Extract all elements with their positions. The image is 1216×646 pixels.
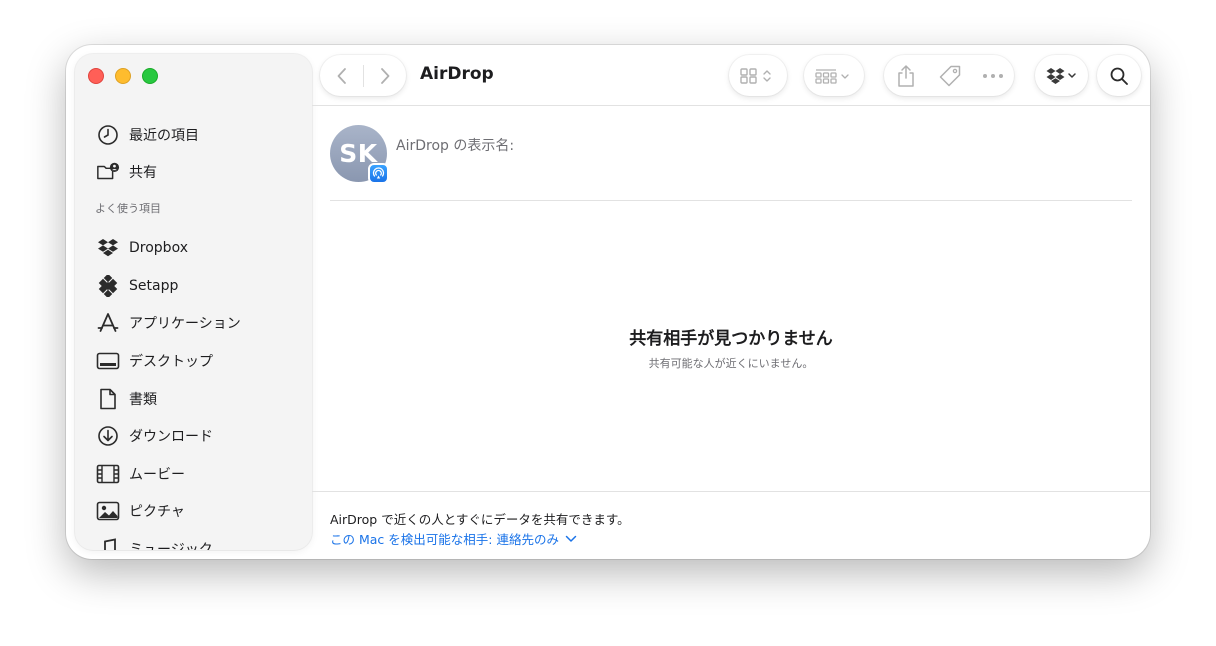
dropbox-menu-button[interactable]: [1035, 55, 1088, 96]
search-icon: [1110, 67, 1128, 85]
sidebar-item-label: アプリケーション: [129, 316, 241, 332]
shared-folder-icon: [96, 160, 120, 184]
sidebar-item-label: ミュージック: [129, 542, 213, 550]
discoverable-setting-link[interactable]: この Mac を検出可能な相手: 連絡先のみ: [330, 529, 577, 548]
desktop-icon: [96, 349, 120, 373]
empty-state-subtitle: 共有可能な人が近くにいません。: [648, 357, 814, 370]
dropbox-icon: [1046, 67, 1076, 84]
film-icon: [96, 462, 120, 486]
sidebar-item-applications[interactable]: アプリケーション: [96, 309, 241, 337]
music-icon: [96, 537, 120, 550]
sidebar-item-label: ムービー: [129, 467, 185, 483]
airdrop-content: SK AirDrop の表示名: 共有相手が見つかりません 共有可能な人が近くに…: [312, 106, 1150, 559]
minimize-button[interactable]: [115, 68, 131, 84]
ellipsis-icon: [983, 73, 1003, 78]
tag-icon: [939, 65, 961, 86]
sidebar-item-music[interactable]: ミュージック: [96, 535, 213, 550]
airdrop-badge-icon: [368, 163, 389, 184]
sidebar-section-favorites: よく使う項目: [95, 202, 161, 215]
sidebar-item-label: ピクチャ: [129, 504, 185, 520]
sidebar-item-documents[interactable]: 書類: [96, 385, 157, 413]
sidebar-item-dropbox[interactable]: Dropbox: [96, 234, 188, 262]
actions-group: [884, 55, 1014, 96]
footer-divider: [312, 491, 1150, 492]
more-button[interactable]: [972, 55, 1014, 96]
sidebar-item-shared[interactable]: 共有: [96, 158, 157, 186]
navigation-group: [320, 55, 406, 96]
sidebar-item-label: 共有: [129, 165, 157, 181]
share-button[interactable]: [884, 55, 928, 96]
discoverable-label: この Mac を検出可能な相手: 連絡先のみ: [330, 532, 559, 547]
toolbar: AirDrop: [312, 45, 1150, 105]
view-mode-button[interactable]: [729, 55, 787, 96]
empty-state-title: 共有相手が見つかりません: [629, 329, 833, 349]
download-icon: [96, 424, 120, 448]
airdrop-description: AirDrop で近くの人とすぐにデータを共有できます。: [330, 512, 630, 527]
sidebar-item-label: デスクトップ: [129, 354, 213, 370]
zoom-button[interactable]: [142, 68, 158, 84]
tag-button[interactable]: [928, 55, 972, 96]
grid-view-icon: [740, 67, 771, 84]
document-icon: [96, 387, 120, 411]
share-icon: [898, 64, 914, 87]
group-view-icon: [815, 68, 849, 84]
forward-button[interactable]: [364, 55, 406, 96]
display-name-label: AirDrop の表示名:: [396, 138, 515, 154]
sidebar-item-pictures[interactable]: ピクチャ: [96, 497, 185, 525]
photo-icon: [96, 499, 120, 523]
sidebar-item-label: 書類: [129, 392, 157, 408]
search-button[interactable]: [1097, 55, 1141, 96]
sidebar-item-downloads[interactable]: ダウンロード: [96, 422, 213, 450]
sidebar-item-movies[interactable]: ムービー: [96, 460, 185, 488]
sidebar-item-setapp[interactable]: Setapp: [96, 272, 178, 300]
setapp-icon: [96, 274, 120, 298]
chevron-left-icon: [337, 67, 346, 84]
chevron-right-icon: [381, 67, 390, 84]
close-button[interactable]: [88, 68, 104, 84]
sidebar: 最近の項目 共有 よく使う項目 Dropbox Setapp アプリケーション …: [75, 54, 312, 550]
sidebar-item-recents[interactable]: 最近の項目: [96, 121, 199, 149]
sidebar-item-label: ダウンロード: [129, 429, 213, 445]
back-button[interactable]: [320, 55, 363, 96]
chevron-down-icon: [565, 535, 577, 542]
dropbox-icon: [96, 236, 120, 260]
finder-window: 最近の項目 共有 よく使う項目 Dropbox Setapp アプリケーション …: [66, 45, 1150, 559]
content-divider: [330, 200, 1132, 201]
window-title: AirDrop: [420, 64, 494, 84]
sidebar-item-label: Setapp: [129, 278, 179, 294]
applications-icon: [96, 311, 120, 335]
sidebar-item-label: 最近の項目: [129, 128, 199, 144]
group-by-button[interactable]: [804, 55, 864, 96]
clock-icon: [96, 123, 120, 147]
sidebar-item-label: Dropbox: [129, 240, 188, 256]
sidebar-item-desktop[interactable]: デスクトップ: [96, 347, 213, 375]
